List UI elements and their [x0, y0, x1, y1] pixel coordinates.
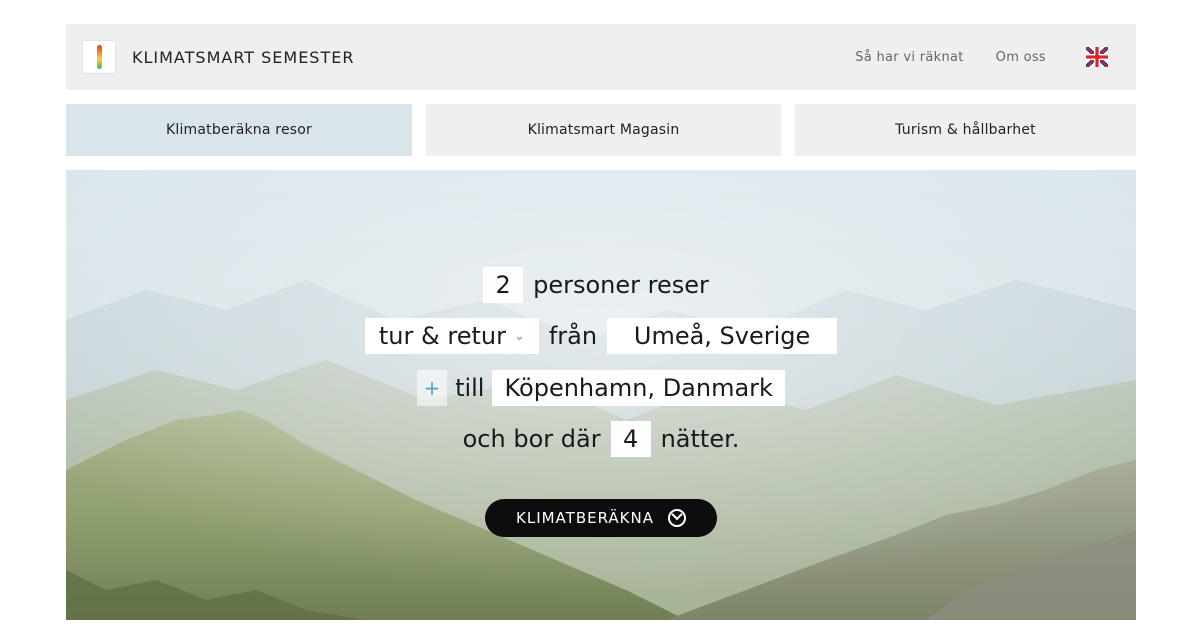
stay-suffix-label: nätter. [660, 425, 740, 453]
destination-input[interactable]: Köpenhamn, Danmark [492, 370, 785, 406]
trip-calculator-form: 2 personer reser tur & retur ⌄ från Umeå… [66, 170, 1136, 620]
hero-section: 2 personer reser tur & retur ⌄ från Umeå… [66, 170, 1136, 620]
arrow-down-circle-icon [667, 509, 686, 527]
main-tabs: Klimatberäkna resor Klimatsmart Magasin … [66, 104, 1136, 156]
add-destination-icon[interactable]: + [417, 370, 448, 406]
persons-row: 2 personer reser [66, 266, 1136, 304]
chevron-down-icon: ⌄ [513, 328, 525, 344]
origin-input[interactable]: Umeå, Sverige [607, 318, 838, 354]
calculate-button-label: KLIMATBERÄKNA [516, 509, 654, 527]
destination-row: + till Köpenhamn, Danmark [66, 369, 1136, 407]
stay-prefix-label: och bor där [462, 425, 601, 453]
how-we-calculated-link[interactable]: Så har vi räknat [855, 50, 963, 65]
logo-icon[interactable] [82, 40, 116, 74]
persons-label: personer reser [533, 271, 709, 299]
header-nav: Så har vi räknat Om oss [823, 47, 1108, 67]
tab-climate-calc-trips[interactable]: Klimatberäkna resor [66, 104, 412, 156]
persons-input[interactable]: 2 [483, 267, 524, 303]
brand-name[interactable]: KLIMATSMART SEMESTER [132, 48, 354, 67]
nights-input[interactable]: 4 [610, 421, 651, 457]
uk-flag-icon[interactable] [1086, 47, 1108, 67]
about-us-link[interactable]: Om oss [996, 50, 1046, 65]
trip-type-value: tur & retur [378, 322, 506, 350]
tab-tourism-sustainability[interactable]: Turism & hållbarhet [795, 104, 1136, 156]
from-label: från [548, 322, 598, 350]
nights-row: och bor där 4 nätter. [66, 420, 1136, 458]
calculate-button[interactable]: KLIMATBERÄKNA [485, 499, 717, 537]
trip-type-select[interactable]: tur & retur ⌄ [364, 318, 539, 354]
to-label: till [455, 374, 485, 402]
site-header: KLIMATSMART SEMESTER Så har vi räknat Om… [66, 24, 1136, 90]
tab-climate-magazine[interactable]: Klimatsmart Magasin [426, 104, 781, 156]
route-row: tur & retur ⌄ från Umeå, Sverige [66, 317, 1136, 355]
